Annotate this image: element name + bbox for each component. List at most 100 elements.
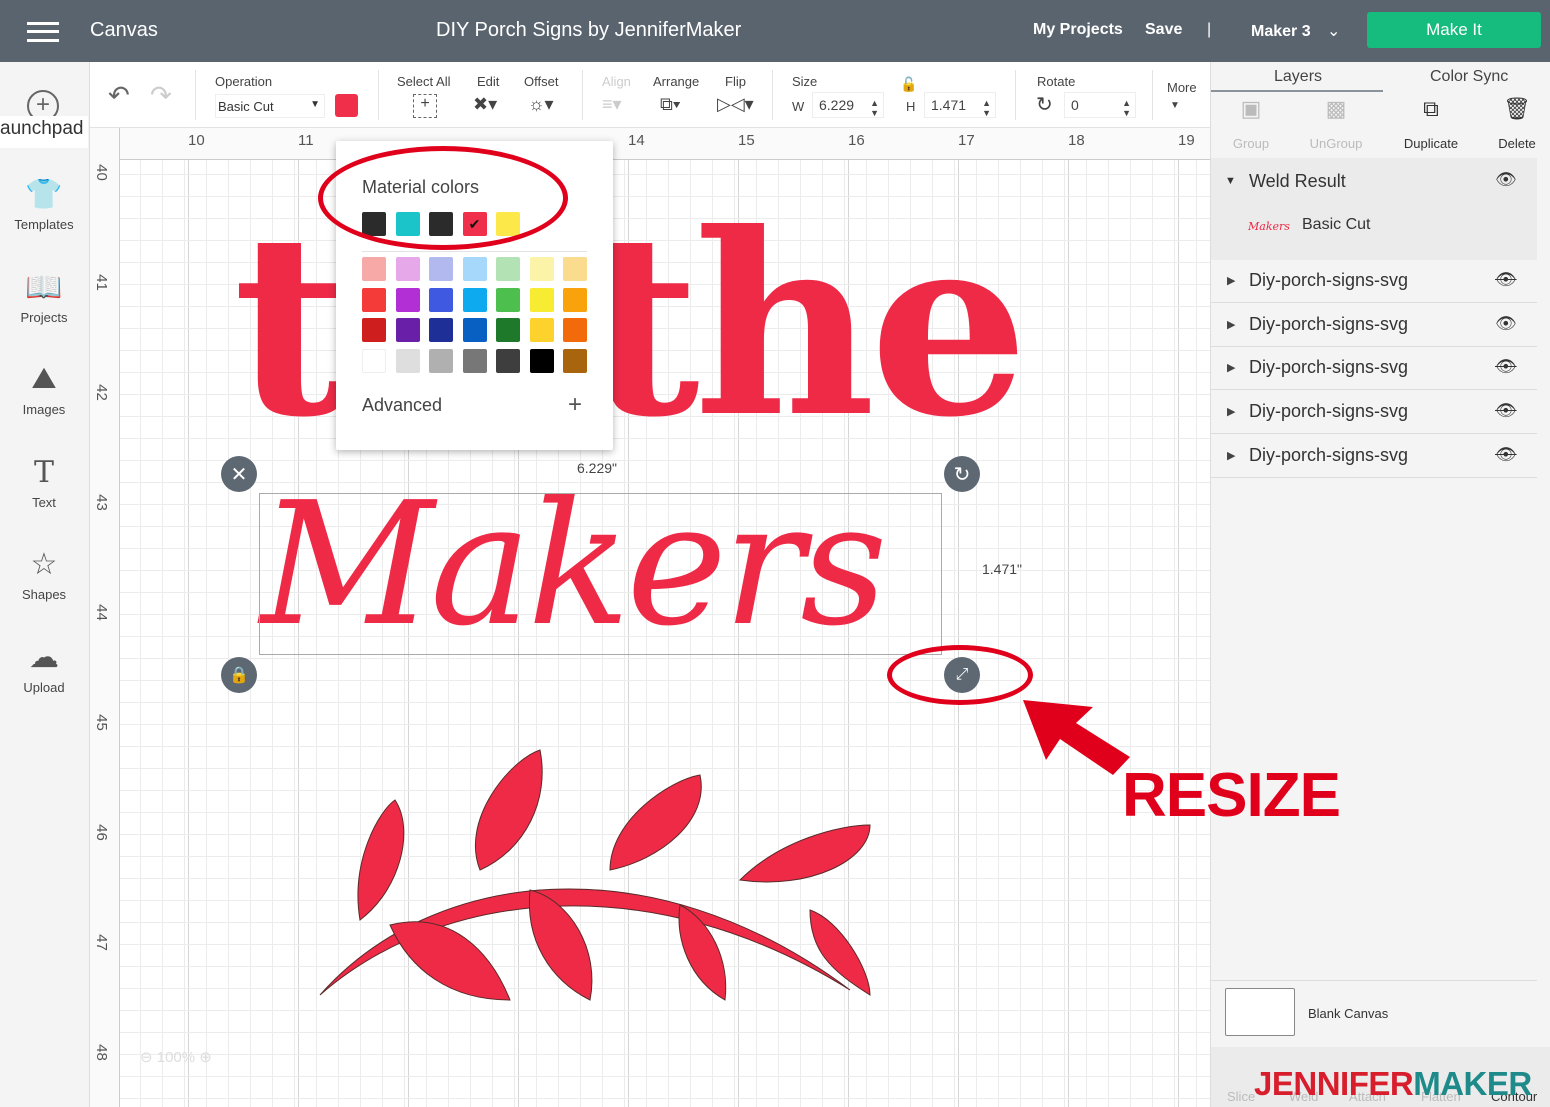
palette-color-swatch[interactable]	[496, 348, 520, 373]
expand-arrow-icon[interactable]: ▶	[1227, 405, 1235, 418]
palette-color-swatch[interactable]	[462, 287, 487, 312]
palette-color-swatch[interactable]	[529, 257, 554, 281]
layer-row[interactable]: ▶ Diy-porch-signs-svg 👁	[1211, 260, 1537, 303]
delete-button[interactable]: 🗑 Delete	[1477, 96, 1550, 151]
zoom-control[interactable]: ⊖ 100% ⊕	[140, 1048, 212, 1066]
palette-color-swatch[interactable]	[563, 318, 587, 342]
more-menu[interactable]: More	[1167, 80, 1197, 95]
lock-handle-icon[interactable]: 🔒	[221, 657, 257, 693]
duplicate-icon: ⧉	[1423, 96, 1439, 121]
palette-color-swatch[interactable]	[429, 257, 453, 281]
layer-row[interactable]: ▶ Diy-porch-signs-svg 👁	[1211, 435, 1537, 478]
stepper-icon[interactable]: ▲ ▼	[1122, 98, 1131, 118]
palette-color-swatch[interactable]	[362, 257, 386, 281]
undo-icon[interactable]: ↶	[108, 80, 130, 111]
palette-color-swatch[interactable]	[462, 318, 487, 342]
palette-color-swatch[interactable]	[395, 348, 420, 373]
delete-handle-icon[interactable]: ✕	[221, 456, 257, 492]
expand-arrow-icon[interactable]: ▶	[1227, 449, 1235, 462]
my-projects-link[interactable]: My Projects	[1033, 21, 1123, 39]
palette-color-swatch[interactable]	[395, 257, 420, 281]
width-label: W	[792, 99, 805, 114]
palette-color-swatch[interactable]	[563, 257, 587, 281]
eye-icon[interactable]: 👁	[1495, 314, 1517, 334]
weld-result-group[interactable]: ▼ Weld Result 👁 Makers Basic Cut	[1211, 158, 1537, 260]
group-button[interactable]: ▣ Group	[1211, 96, 1291, 151]
plus-icon[interactable]: +	[568, 391, 582, 419]
slice-button[interactable]: Slice	[1227, 1089, 1255, 1104]
palette-color-swatch[interactable]	[529, 348, 554, 373]
width-input[interactable]: 6.229 ▲ ▼	[812, 92, 884, 118]
palette-color-swatch[interactable]	[362, 287, 386, 312]
sidebar-item-shapes[interactable]: ☆ Shapes	[0, 547, 88, 602]
ungroup-button[interactable]: ▩ UnGroup	[1296, 96, 1376, 151]
expand-arrow-icon[interactable]: ▶	[1227, 361, 1235, 374]
palette-color-swatch[interactable]	[563, 287, 587, 312]
palette-color-swatch[interactable]	[395, 318, 420, 342]
stepper-icon[interactable]: ▲ ▼	[982, 98, 991, 118]
arrange-icon[interactable]: ⧉▾	[660, 94, 680, 115]
sidebar-item-images[interactable]: ⛰ Images	[0, 362, 88, 417]
blank-canvas-thumbnail[interactable]	[1225, 988, 1295, 1036]
sidebar-item-upload[interactable]: ☁ Upload	[0, 640, 88, 695]
palette-color-swatch[interactable]	[429, 348, 453, 373]
advanced-label[interactable]: Advanced	[362, 395, 442, 416]
palette-color-swatch[interactable]	[429, 287, 453, 312]
laurel-branch[interactable]	[310, 740, 880, 1010]
make-it-button[interactable]: Make It	[1367, 12, 1541, 48]
flip-icon[interactable]: ▷◁▾	[717, 94, 754, 115]
palette-color-swatch[interactable]	[529, 318, 554, 342]
collapse-arrow-icon[interactable]: ▼	[1225, 175, 1236, 187]
offset-icon[interactable]: ☼▾	[528, 94, 554, 115]
trash-icon: 🗑	[1503, 96, 1531, 121]
design-canvas[interactable]: to the Makers 6.229" 1.471" ✕ ↻ 🔒 ⤢ ⊖ 10…	[120, 160, 1210, 1107]
align-icon[interactable]: ≡▾	[602, 94, 622, 115]
expand-arrow-icon[interactable]: ▶	[1227, 318, 1235, 331]
palette-color-swatch[interactable]	[563, 348, 587, 373]
sidebar-item-projects[interactable]: 📖 Projects	[0, 270, 88, 325]
sidebar-item-templates[interactable]: 👕 Templates	[0, 177, 88, 232]
eye-hidden-icon[interactable]: 👁	[1495, 401, 1517, 421]
tab-layers[interactable]: Layers	[1274, 68, 1322, 86]
layer-row[interactable]: ▶ Diy-porch-signs-svg 👁	[1211, 391, 1537, 435]
tab-color-sync[interactable]: Color Sync	[1430, 68, 1508, 86]
palette-color-swatch[interactable]	[462, 348, 487, 373]
ruler-tick-label: 11	[298, 132, 314, 149]
operation-color-swatch[interactable]	[335, 94, 358, 117]
tshirt-icon: 👕	[25, 178, 63, 211]
save-button[interactable]: Save	[1145, 21, 1182, 39]
layer-row[interactable]: ▶ Diy-porch-signs-svg 👁	[1211, 304, 1537, 347]
operation-select[interactable]: Basic Cut ▼	[215, 94, 325, 118]
dropdown-arrow-icon[interactable]: ▼	[1170, 100, 1180, 111]
edit-icon[interactable]: ✖▾	[473, 94, 497, 115]
selection-box[interactable]	[259, 493, 942, 655]
stepper-icon[interactable]: ▲ ▼	[870, 98, 879, 118]
expand-arrow-icon[interactable]: ▶	[1227, 274, 1235, 287]
palette-color-swatch[interactable]	[362, 348, 386, 373]
sidebar-item-text[interactable]: T Text	[0, 455, 88, 510]
palette-color-swatch[interactable]	[395, 287, 420, 312]
rotate-input[interactable]: 0 ▲ ▼	[1064, 92, 1136, 118]
palette-color-swatch[interactable]	[496, 257, 520, 281]
machine-select[interactable]: Maker 3 ⌄	[1251, 21, 1340, 41]
menu-icon[interactable]	[27, 22, 59, 42]
palette-color-swatch[interactable]	[496, 287, 520, 312]
palette-color-swatch[interactable]	[429, 318, 453, 342]
eye-hidden-icon[interactable]: 👁	[1495, 270, 1517, 290]
duplicate-button[interactable]: ⧉ Duplicate	[1391, 96, 1471, 151]
redo-icon[interactable]: ↷	[150, 80, 172, 111]
select-all-icon[interactable]: +	[413, 94, 437, 118]
eye-hidden-icon[interactable]: 👁	[1495, 445, 1517, 465]
palette-color-swatch[interactable]	[496, 318, 520, 342]
rotate-handle-icon[interactable]: ↻	[944, 456, 980, 492]
launchpad-button[interactable]: aunchpad	[0, 116, 88, 148]
eye-icon[interactable]: 👁	[1495, 170, 1517, 190]
lock-icon[interactable]: 🔓	[900, 76, 917, 93]
palette-color-swatch[interactable]	[529, 287, 554, 312]
select-all-label: Select All	[397, 74, 451, 89]
height-input[interactable]: 1.471 ▲ ▼	[924, 92, 996, 118]
eye-hidden-icon[interactable]: 👁	[1495, 357, 1517, 377]
palette-color-swatch[interactable]	[362, 318, 386, 342]
layer-row[interactable]: ▶ Diy-porch-signs-svg 👁	[1211, 347, 1537, 391]
palette-color-swatch[interactable]	[462, 257, 487, 281]
